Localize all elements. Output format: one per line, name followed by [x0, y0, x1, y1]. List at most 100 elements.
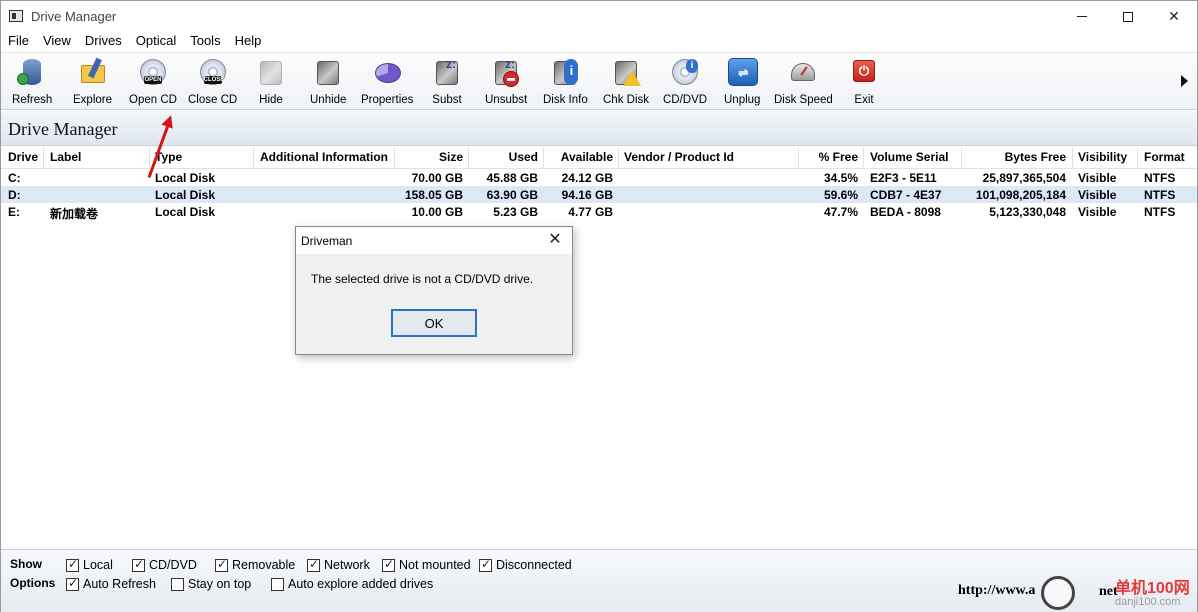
col-additional-info[interactable]: Additional Information: [260, 150, 388, 164]
show-local-checkbox[interactable]: Local: [66, 557, 113, 572]
cell-percent-free: 59.6%: [823, 188, 858, 202]
properties-icon: [372, 57, 402, 87]
maximize-icon: [1123, 11, 1133, 22]
table-row-e[interactable]: E: 新加载卷 Local Disk 10.00 GB 5.23 GB 4.77…: [1, 203, 1197, 221]
menu-help[interactable]: Help: [228, 32, 269, 52]
maximize-button[interactable]: [1105, 1, 1151, 32]
col-label[interactable]: Label: [50, 150, 81, 164]
show-network-checkbox[interactable]: Network: [307, 557, 370, 572]
show-removable-checkbox[interactable]: Removable: [215, 557, 295, 572]
menu-tools[interactable]: Tools: [183, 32, 227, 52]
cell-used: 45.88 GB: [486, 171, 538, 185]
menu-optical[interactable]: Optical: [129, 32, 183, 52]
cd-dvd-button[interactable]: i CD/DVD: [663, 56, 707, 108]
minimize-button[interactable]: [1059, 1, 1105, 32]
exit-label: Exit: [854, 94, 874, 106]
message-dialog: Driveman ✕ The selected drive is not a C…: [295, 226, 573, 355]
menu-view[interactable]: View: [36, 32, 78, 52]
auto-refresh-checkbox[interactable]: Auto Refresh: [66, 576, 156, 591]
checkbox-label: Not mounted: [399, 558, 471, 572]
cell-format: NTFS: [1144, 205, 1176, 219]
hide-button[interactable]: Hide: [256, 56, 286, 108]
toolbar: Refresh Explore OPEN Open CD CLOSE Close…: [1, 52, 1197, 110]
stay-on-top-checkbox[interactable]: Stay on top: [171, 577, 251, 591]
table-row-d[interactable]: D: Local Disk 158.05 GB 63.90 GB 94.16 G…: [1, 186, 1197, 203]
col-used[interactable]: Used: [468, 150, 538, 164]
cell-bytes-free: 101,098,205,184: [975, 188, 1066, 202]
unplug-button[interactable]: ⇌ Unplug: [724, 56, 760, 108]
unplug-label: Unplug: [724, 94, 761, 106]
col-percent-free[interactable]: % Free: [798, 150, 858, 164]
cell-serial: E2F3 - 5E11: [870, 171, 937, 185]
col-drive[interactable]: Drive: [8, 150, 38, 164]
unsubst-button[interactable]: z: Unsubst: [485, 56, 527, 108]
cell-serial: BEDA - 8098: [870, 205, 941, 219]
cell-available: 94.16 GB: [561, 188, 613, 202]
cell-size: 10.00 GB: [411, 205, 463, 219]
unsubst-label: Unsubst: [485, 94, 528, 106]
cell-type: Local Disk: [155, 188, 216, 202]
subst-label: Subst: [432, 94, 462, 106]
checkbox-label: Stay on top: [188, 577, 252, 591]
col-format[interactable]: Format: [1144, 150, 1185, 164]
disk-speed-button[interactable]: Disk Speed: [774, 56, 833, 108]
exit-button[interactable]: ⏻ Exit: [849, 56, 879, 108]
chk-disk-label: Chk Disk: [603, 94, 650, 106]
dialog-close-button[interactable]: ✕: [544, 230, 566, 250]
unsubst-icon: z:: [491, 57, 521, 87]
col-bytes-free[interactable]: Bytes Free: [961, 150, 1066, 164]
cell-drive: C:: [8, 171, 21, 185]
website-link[interactable]: http://www.a: [958, 583, 1035, 599]
show-disconnected-checkbox[interactable]: Disconnected: [479, 557, 572, 572]
close-cd-button[interactable]: CLOSE Close CD: [188, 56, 237, 108]
show-cd-dvd-checkbox[interactable]: CD/DVD: [132, 557, 197, 572]
cell-used: 5.23 GB: [493, 205, 538, 219]
checkbox-icon: [382, 557, 395, 572]
checkbox-icon: [271, 577, 284, 591]
toolbar-overflow-arrow-icon[interactable]: [1181, 75, 1188, 87]
col-volume-serial[interactable]: Volume Serial: [870, 150, 948, 164]
window-title: Drive Manager: [31, 9, 117, 24]
refresh-icon: [17, 57, 47, 87]
disk-info-button[interactable]: i Disk Info: [543, 56, 588, 108]
minimize-icon: [1077, 16, 1087, 17]
chk-disk-icon: [611, 57, 641, 87]
explore-button[interactable]: Explore: [73, 56, 112, 108]
table-row-c[interactable]: C: Local Disk 70.00 GB 45.88 GB 24.12 GB…: [1, 169, 1197, 186]
cd-dvd-icon: i: [670, 57, 700, 87]
checkbox-icon: [307, 557, 320, 572]
col-available[interactable]: Available: [543, 150, 613, 164]
checkbox-label: Disconnected: [496, 558, 572, 572]
auto-explore-checkbox[interactable]: Auto explore added drives: [271, 577, 433, 591]
cell-size: 70.00 GB: [411, 171, 463, 185]
close-cd-label: Close CD: [188, 94, 238, 106]
cell-type: Local Disk: [155, 205, 216, 219]
refresh-button[interactable]: Refresh: [12, 56, 52, 108]
subst-button[interactable]: z: Subst: [432, 56, 462, 108]
menu-file[interactable]: File: [1, 32, 36, 52]
unhide-button[interactable]: Unhide: [310, 56, 346, 108]
col-visibility[interactable]: Visibility: [1078, 150, 1127, 164]
footer-options: Show Options Local CD/DVD Removable Netw…: [1, 549, 1197, 612]
page-title: Drive Manager: [8, 119, 118, 139]
show-not-mounted-checkbox[interactable]: Not mounted: [382, 557, 471, 572]
cell-bytes-free: 25,897,365,504: [982, 171, 1066, 185]
ok-button[interactable]: OK: [391, 309, 477, 337]
checkbox-label: Local: [83, 558, 113, 572]
cell-used: 63.90 GB: [486, 188, 538, 202]
checkbox-icon: [171, 577, 184, 591]
close-window-button[interactable]: ✕: [1151, 1, 1197, 32]
cell-format: NTFS: [1144, 171, 1176, 185]
properties-button[interactable]: Properties: [361, 56, 413, 108]
open-cd-button[interactable]: OPEN Open CD: [129, 56, 177, 108]
explore-label: Explore: [73, 94, 112, 106]
checkbox-label: CD/DVD: [149, 558, 197, 572]
col-size[interactable]: Size: [394, 150, 463, 164]
open-badge: OPEN: [143, 76, 162, 84]
table-header: Drive Label Type Additional Information …: [1, 147, 1197, 169]
watermark-text: 单机100网: [1115, 580, 1190, 597]
menu-bar: File View Drives Optical Tools Help: [1, 32, 1197, 52]
chk-disk-button[interactable]: Chk Disk: [603, 56, 649, 108]
menu-drives[interactable]: Drives: [78, 32, 129, 52]
col-vendor[interactable]: Vendor / Product Id: [624, 150, 734, 164]
